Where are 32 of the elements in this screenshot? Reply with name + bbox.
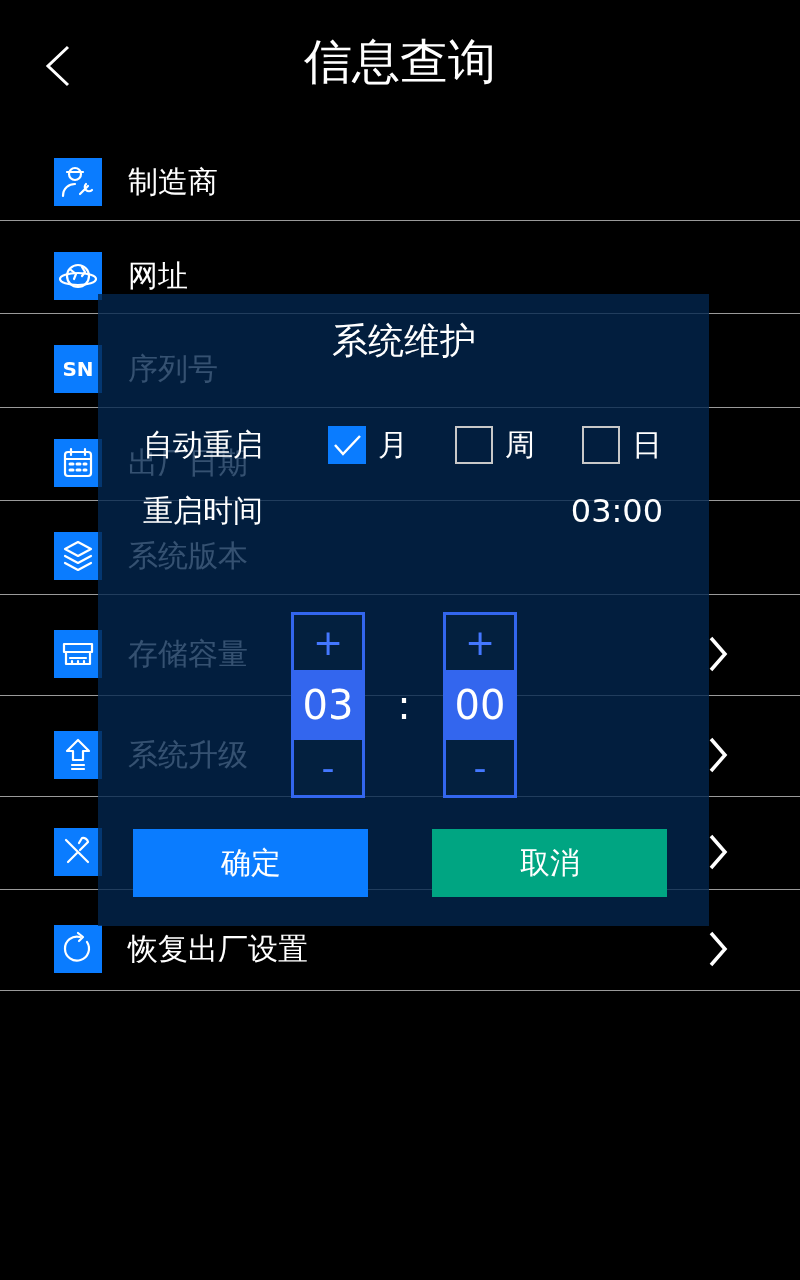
- menu-item-label[interactable]: 制造商: [128, 167, 218, 198]
- dialog-title: 系统维护: [331, 320, 476, 361]
- increment-button[interactable]: +: [446, 615, 514, 670]
- decrement-button[interactable]: -: [294, 740, 362, 795]
- checkbox[interactable]: [582, 426, 621, 464]
- checkbox[interactable]: [455, 426, 494, 464]
- time-separator: :: [397, 682, 411, 728]
- menu-item-label[interactable]: 网址: [128, 260, 188, 291]
- decrement-button[interactable]: -: [446, 740, 514, 795]
- chevron-right-icon[interactable]: [708, 635, 728, 672]
- time-spinner[interactable]: + 00 -: [443, 612, 517, 798]
- confirm-button[interactable]: 确定: [133, 829, 368, 897]
- menu-item-label[interactable]: 恢复出厂设置: [128, 934, 308, 964]
- time-spinner[interactable]: + 03 -: [291, 612, 365, 798]
- page-title: 信息查询: [304, 31, 496, 91]
- chevron-right-icon[interactable]: [708, 833, 728, 870]
- back-icon[interactable]: [45, 45, 71, 87]
- person-wrench-icon: [54, 158, 102, 207]
- increment-button[interactable]: +: [294, 615, 362, 670]
- option-label: 周: [505, 425, 536, 464]
- option-label: 月: [378, 425, 409, 464]
- chevron-right-icon[interactable]: [708, 736, 728, 773]
- restart-time-value: 03:00: [570, 492, 663, 530]
- refresh-icon: [54, 925, 102, 973]
- chevron-right-icon[interactable]: [708, 931, 728, 967]
- checkbox[interactable]: [328, 426, 367, 464]
- globe-icon: [54, 251, 102, 300]
- option-label: 日: [632, 425, 663, 464]
- cancel-button[interactable]: 取消: [432, 829, 667, 897]
- restart-time-label: 重启时间: [143, 496, 263, 526]
- spinner-value: 03: [294, 670, 362, 740]
- spinner-value: 00: [446, 670, 514, 740]
